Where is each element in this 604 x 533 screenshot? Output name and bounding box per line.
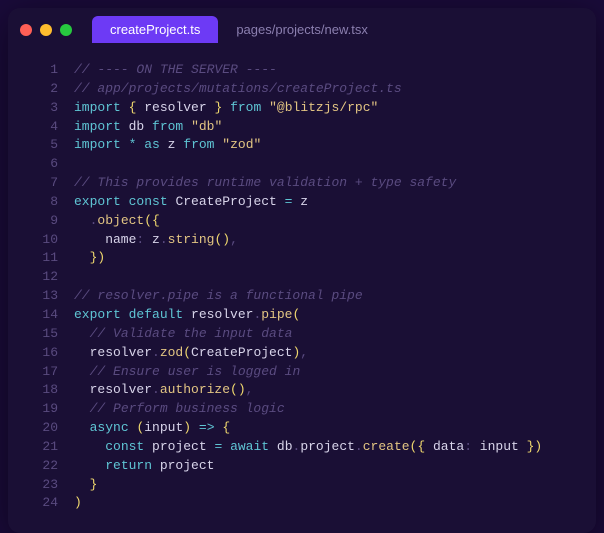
code-line[interactable]: import * as z from "zod": [74, 136, 596, 155]
tab-create-project[interactable]: createProject.ts: [92, 16, 218, 43]
code-line[interactable]: // Ensure user is logged in: [74, 363, 596, 382]
line-number: 9: [8, 212, 58, 231]
code-content[interactable]: // ---- ON THE SERVER ----// app/project…: [74, 61, 596, 513]
code-line[interactable]: resolver.authorize(),: [74, 381, 596, 400]
line-number: 10: [8, 231, 58, 250]
code-line[interactable]: resolver.zod(CreateProject),: [74, 344, 596, 363]
code-area[interactable]: 123456789101112131415161718192021222324 …: [8, 51, 596, 533]
line-number: 14: [8, 306, 58, 325]
line-number: 11: [8, 249, 58, 268]
line-number: 13: [8, 287, 58, 306]
tab-bar: createProject.ts pages/projects/new.tsx: [92, 16, 386, 43]
line-number: 21: [8, 438, 58, 457]
line-number: 4: [8, 118, 58, 137]
code-line[interactable]: async (input) => {: [74, 419, 596, 438]
maximize-icon[interactable]: [60, 24, 72, 36]
code-line[interactable]: // Validate the input data: [74, 325, 596, 344]
code-line[interactable]: name: z.string(),: [74, 231, 596, 250]
line-number: 1: [8, 61, 58, 80]
close-icon[interactable]: [20, 24, 32, 36]
code-line[interactable]: // Perform business logic: [74, 400, 596, 419]
line-number: 17: [8, 363, 58, 382]
line-number: 5: [8, 136, 58, 155]
line-number: 16: [8, 344, 58, 363]
code-line[interactable]: import { resolver } from "@blitzjs/rpc": [74, 99, 596, 118]
line-number: 15: [8, 325, 58, 344]
code-line[interactable]: export default resolver.pipe(: [74, 306, 596, 325]
line-number: 12: [8, 268, 58, 287]
code-line[interactable]: .object({: [74, 212, 596, 231]
minimize-icon[interactable]: [40, 24, 52, 36]
line-number: 20: [8, 419, 58, 438]
line-number: 23: [8, 476, 58, 495]
code-line[interactable]: // ---- ON THE SERVER ----: [74, 61, 596, 80]
traffic-lights: [20, 24, 72, 36]
code-line[interactable]: [74, 268, 596, 287]
code-line[interactable]: [74, 155, 596, 174]
code-line[interactable]: return project: [74, 457, 596, 476]
line-number: 3: [8, 99, 58, 118]
titlebar: createProject.ts pages/projects/new.tsx: [8, 8, 596, 51]
line-number: 18: [8, 381, 58, 400]
code-line[interactable]: export const CreateProject = z: [74, 193, 596, 212]
code-line[interactable]: // This provides runtime validation + ty…: [74, 174, 596, 193]
code-line[interactable]: // app/projects/mutations/createProject.…: [74, 80, 596, 99]
line-number: 6: [8, 155, 58, 174]
tab-new-page[interactable]: pages/projects/new.tsx: [218, 16, 386, 43]
code-line[interactable]: }): [74, 249, 596, 268]
editor-window: createProject.ts pages/projects/new.tsx …: [8, 8, 596, 533]
code-line[interactable]: const project = await db.project.create(…: [74, 438, 596, 457]
code-line[interactable]: }: [74, 476, 596, 495]
line-numbers: 123456789101112131415161718192021222324: [8, 61, 74, 513]
code-line[interactable]: import db from "db": [74, 118, 596, 137]
line-number: 2: [8, 80, 58, 99]
code-line[interactable]: ): [74, 494, 596, 513]
line-number: 24: [8, 494, 58, 513]
line-number: 7: [8, 174, 58, 193]
line-number: 22: [8, 457, 58, 476]
line-number: 19: [8, 400, 58, 419]
line-number: 8: [8, 193, 58, 212]
code-line[interactable]: // resolver.pipe is a functional pipe: [74, 287, 596, 306]
